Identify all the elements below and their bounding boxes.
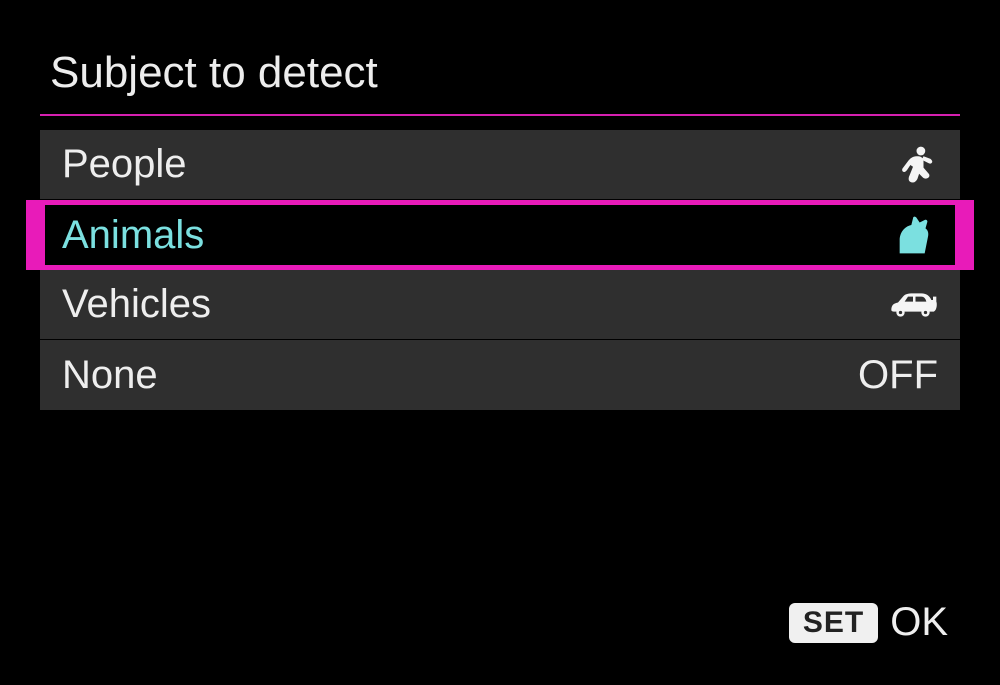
camera-menu-screen: Subject to detect People Animals bbox=[0, 0, 1000, 685]
cat-icon bbox=[888, 210, 938, 260]
option-label: None bbox=[62, 353, 158, 398]
car-icon bbox=[888, 280, 938, 330]
page-title: Subject to detect bbox=[40, 48, 960, 108]
set-button[interactable]: SET bbox=[789, 603, 878, 643]
off-label: OFF bbox=[858, 353, 938, 398]
option-people[interactable]: People bbox=[40, 130, 960, 200]
options-list: People Animals Vehicles bbox=[40, 130, 960, 410]
option-label: Vehicles bbox=[62, 282, 211, 327]
option-none[interactable]: None OFF bbox=[40, 340, 960, 410]
ok-label: OK bbox=[890, 600, 948, 645]
title-underline bbox=[40, 114, 960, 116]
option-label: People bbox=[62, 142, 187, 187]
person-running-icon bbox=[888, 140, 938, 190]
option-vehicles[interactable]: Vehicles bbox=[40, 270, 960, 340]
option-animals[interactable]: Animals bbox=[40, 200, 960, 270]
option-label: Animals bbox=[62, 213, 204, 258]
footer-confirm: SET OK bbox=[789, 600, 948, 645]
